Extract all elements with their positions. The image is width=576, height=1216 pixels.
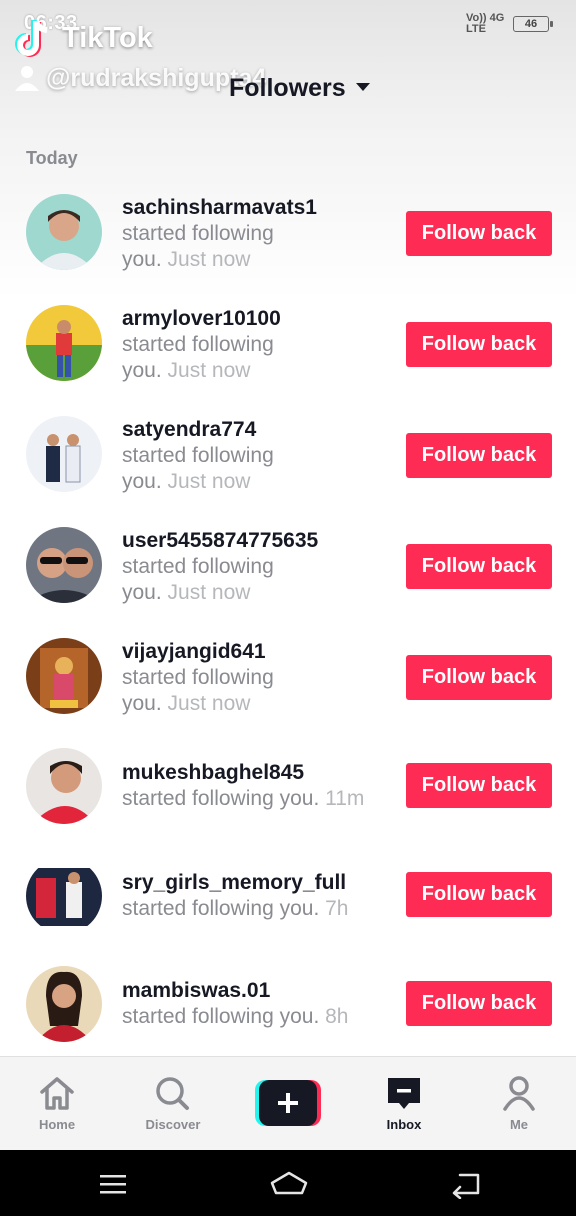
section-label: Today: [26, 148, 78, 168]
desc-line: you. Just now: [122, 691, 382, 717]
desc-text: you.: [122, 470, 162, 493]
follower-username[interactable]: satyendra774: [122, 418, 256, 442]
watermark-brand: TikTok: [62, 22, 153, 54]
user-icon: [15, 66, 39, 91]
follow-back-button[interactable]: Follow back: [406, 433, 552, 478]
tab-home[interactable]: Home: [7, 1057, 107, 1150]
battery-indicator: 46: [513, 16, 553, 32]
desc-line: you. Just now: [122, 247, 382, 273]
page-title: Followers: [229, 74, 346, 102]
list-item: satyendra774 started following you. Just…: [0, 416, 576, 516]
follow-back-button[interactable]: Follow back: [406, 211, 552, 256]
timestamp: 7h: [325, 897, 349, 920]
avatar[interactable]: [26, 194, 102, 270]
tab-label: Discover: [145, 1117, 201, 1132]
follow-description: started following you. 8h: [122, 1004, 392, 1030]
followers-dropdown[interactable]: Followers: [229, 74, 370, 103]
follow-description: started following you. Just now: [122, 221, 382, 273]
tab-label: Home: [38, 1117, 76, 1132]
tab-inbox[interactable]: Inbox: [354, 1057, 454, 1150]
profile-icon: [503, 1076, 535, 1111]
tiktok-logo-icon: [15, 20, 48, 57]
follow-back-button[interactable]: Follow back: [406, 322, 552, 367]
create-button[interactable]: [255, 1080, 321, 1126]
home-icon: [40, 1077, 74, 1110]
follow-description: started following you. Just now: [122, 443, 382, 495]
tab-me[interactable]: Me: [469, 1057, 569, 1150]
desc-line: you. Just now: [122, 358, 382, 384]
home-nav-icon[interactable]: [269, 1167, 309, 1199]
desc-text: you.: [122, 248, 162, 271]
desc-text: you.: [122, 359, 162, 382]
follower-username[interactable]: sry_girls_memory_full: [122, 871, 346, 895]
list-item: mukeshbaghel845 started following you. 1…: [0, 748, 576, 848]
follower-username[interactable]: armylover10100: [122, 307, 281, 331]
follow-description: started following you. Just now: [122, 665, 382, 717]
follower-username[interactable]: mambiswas.01: [122, 979, 270, 1003]
list-item: sachinsharmavats1 started following you.…: [0, 194, 576, 294]
network-indicator: Vo)) 4G LTE: [466, 13, 504, 35]
network-bottom-label: LTE: [466, 23, 486, 35]
desc-text: started following you.: [122, 787, 320, 810]
desc-text: started following you.: [122, 897, 320, 920]
app-screen: 06:33 Vo)) 4G LTE 46 TikTok @rudrakshigu…: [0, 0, 576, 1150]
timestamp: 8h: [325, 1005, 349, 1028]
desc-line: you. Just now: [122, 469, 382, 495]
desc-text: you.: [122, 581, 162, 604]
avatar[interactable]: [26, 416, 102, 492]
caret-down-icon: [355, 83, 370, 92]
follow-description: started following you. 7h: [122, 896, 392, 922]
list-item: vijayjangid641 started following you. Ju…: [0, 638, 576, 738]
timestamp: Just now: [167, 581, 251, 604]
follow-back-button[interactable]: Follow back: [406, 655, 552, 700]
tab-discover[interactable]: Discover: [123, 1057, 223, 1150]
follow-description: started following you. Just now: [122, 554, 382, 606]
avatar[interactable]: [26, 305, 102, 381]
follower-username[interactable]: vijayjangid641: [122, 640, 266, 664]
follow-back-button[interactable]: Follow back: [406, 981, 552, 1026]
search-icon: [156, 1077, 189, 1110]
follower-username[interactable]: mukeshbaghel845: [122, 761, 304, 785]
inbox-icon: [388, 1078, 420, 1109]
list-item: armylover10100 started following you. Ju…: [0, 305, 576, 405]
desc-line: started following: [122, 444, 274, 467]
list-item: user5455874775635 started following you.…: [0, 527, 576, 627]
follower-username[interactable]: sachinsharmavats1: [122, 196, 317, 220]
desc-line: you. Just now: [122, 580, 382, 606]
follow-description: started following you. 11m: [122, 786, 392, 812]
avatar[interactable]: [26, 748, 102, 824]
avatar[interactable]: [26, 858, 102, 934]
desc-line: started following: [122, 333, 274, 356]
desc-text: you.: [122, 692, 162, 715]
desc-line: started following: [122, 555, 274, 578]
avatar[interactable]: [26, 966, 102, 1042]
list-item: mambiswas.01 started following you. 8h F…: [0, 966, 576, 1066]
avatar[interactable]: [26, 638, 102, 714]
timestamp: Just now: [167, 359, 251, 382]
timestamp: Just now: [167, 248, 251, 271]
follower-username[interactable]: user5455874775635: [122, 529, 318, 553]
follow-back-button[interactable]: Follow back: [406, 544, 552, 589]
avatar[interactable]: [26, 527, 102, 603]
timestamp: Just now: [167, 692, 251, 715]
follow-description: started following you. Just now: [122, 332, 382, 384]
timestamp: Just now: [167, 470, 251, 493]
desc-line: started following: [122, 222, 274, 245]
tab-label: Inbox: [386, 1117, 422, 1132]
list-item: sry_girls_memory_full started following …: [0, 858, 576, 958]
desc-line: started following: [122, 666, 274, 689]
timestamp: 11m: [325, 787, 365, 810]
tab-label: Me: [509, 1117, 529, 1132]
menu-icon[interactable]: [98, 1167, 128, 1199]
follow-back-button[interactable]: Follow back: [406, 763, 552, 808]
system-navigation-bar: [0, 1150, 576, 1216]
follow-back-button[interactable]: Follow back: [406, 872, 552, 917]
back-icon[interactable]: [450, 1167, 482, 1199]
desc-text: started following you.: [122, 1005, 320, 1028]
